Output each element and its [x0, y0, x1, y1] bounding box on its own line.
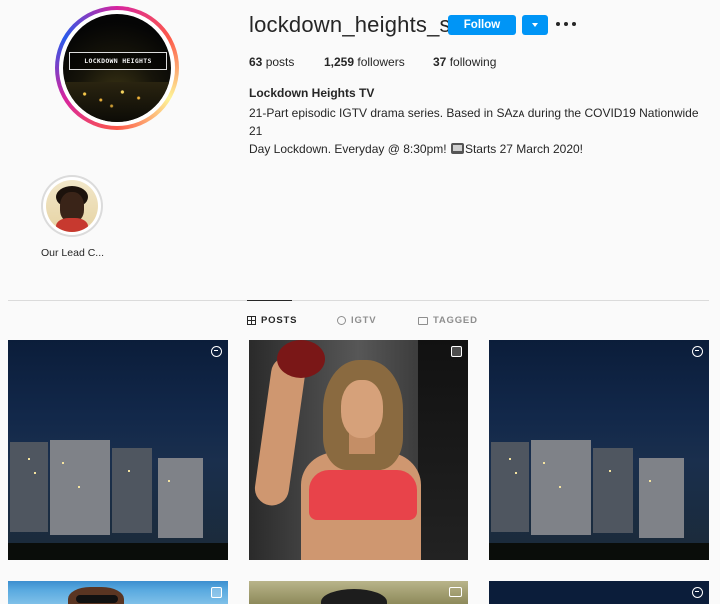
posts-count: 63: [249, 55, 263, 69]
profile-full-name: Lockdown Heights TV: [249, 86, 375, 100]
post-tile[interactable]: [8, 340, 228, 560]
following-count: 37: [433, 55, 447, 69]
profile-avatar[interactable]: LOCKDOWN HEIGHTS: [63, 14, 171, 122]
post-tile[interactable]: [489, 581, 709, 604]
post-tile[interactable]: [249, 581, 468, 604]
multi-photo-icon: [451, 346, 462, 357]
posts-label: posts: [265, 55, 295, 69]
video-icon: [449, 587, 462, 597]
tagged-icon: [418, 316, 428, 325]
profile-bio: 21-Part episodic IGTV drama series. Base…: [249, 104, 709, 158]
bio-line-2b: Starts 27 March 2020!: [464, 142, 584, 156]
follow-button[interactable]: Follow: [448, 15, 516, 35]
television-icon: [450, 143, 464, 154]
tab-tagged-label: TAGGED: [433, 315, 478, 326]
tab-tagged[interactable]: TAGGED: [418, 315, 478, 326]
active-tab-indicator: [247, 300, 292, 301]
highlight-person-body: [56, 218, 88, 232]
bio-line-2a: Day Lockdown. Everyday @ 8:30pm!: [249, 142, 450, 156]
post-tile[interactable]: [489, 340, 709, 560]
reel-icon: [211, 346, 222, 357]
bio-line-1: 21-Part episodic IGTV drama series. Base…: [249, 106, 699, 138]
followers-count: 1,259: [324, 55, 355, 69]
followers-label: followers: [357, 55, 405, 69]
tab-posts[interactable]: POSTS: [247, 315, 297, 326]
stat-posts: 63 posts: [249, 55, 294, 69]
chevron-down-icon: [532, 23, 538, 27]
stat-following[interactable]: 37 following: [433, 55, 496, 69]
more-options-icon[interactable]: [556, 14, 576, 34]
highlight-cover[interactable]: [46, 180, 98, 232]
highlight-label[interactable]: Our Lead C...: [41, 247, 104, 259]
multi-photo-icon: [211, 587, 222, 598]
post-tile[interactable]: [249, 340, 468, 560]
stat-followers[interactable]: 1,259 followers: [324, 55, 405, 69]
suggestions-dropdown-button[interactable]: [522, 15, 548, 35]
avatar-city-lights: [63, 82, 171, 122]
avatar-banner-logo: LOCKDOWN HEIGHTS: [69, 52, 167, 70]
post-tile[interactable]: [8, 581, 228, 604]
grid-icon: [247, 316, 256, 325]
following-label: following: [449, 55, 497, 69]
reel-icon: [692, 587, 703, 598]
tab-igtv[interactable]: IGTV: [337, 315, 376, 326]
reel-icon: [692, 346, 703, 357]
profile-username: lockdown_heights_sa: [249, 12, 464, 37]
igtv-icon: [337, 316, 346, 325]
tab-posts-label: POSTS: [261, 315, 298, 326]
tab-igtv-label: IGTV: [351, 315, 377, 326]
tabs-divider: [8, 300, 709, 301]
